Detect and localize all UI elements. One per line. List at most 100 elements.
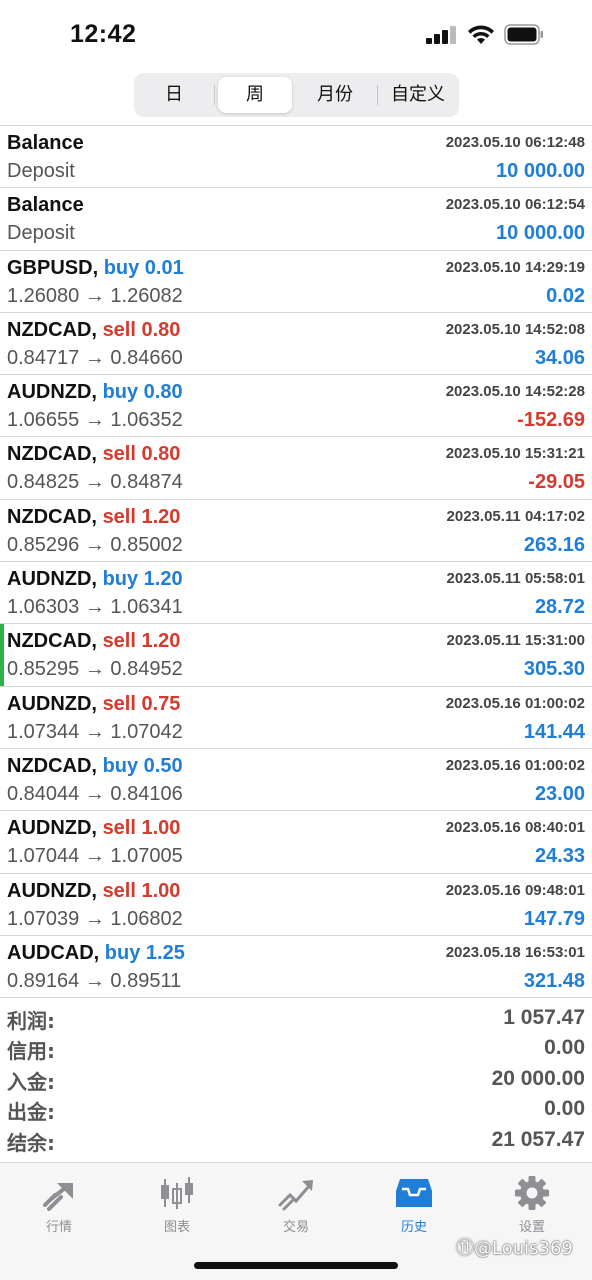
history-list: Balance Deposit 2023.05.10 06:12:48 10 000.… xyxy=(0,125,592,999)
row-symbol: Balance xyxy=(7,132,84,154)
tab-chart[interactable]: 图表 xyxy=(127,1171,227,1241)
summary-label: 利润: xyxy=(7,1009,55,1033)
row-side: sell 0.75 xyxy=(102,692,181,715)
history-row[interactable]: Balance Deposit 2023.05.10 06:12:54 10 000.… xyxy=(0,188,592,251)
row-subtitle: 1.07039 → 1.06802 xyxy=(7,907,183,930)
row-title-line: NZDCAD, buy 0.50 xyxy=(7,755,183,778)
row-subtitle: 1.06655 → 1.06352 xyxy=(7,409,183,432)
row-symbol: AUDNZD, xyxy=(7,381,97,404)
row-side: buy 1.20 xyxy=(102,568,183,591)
row-amount: -29.05 xyxy=(528,471,585,494)
row-time: 2023.05.16 08:40:01 xyxy=(445,819,585,837)
summary-label: 出金: xyxy=(7,1100,55,1125)
summary-row: 利润: 1 057.47 xyxy=(0,1003,592,1033)
history-row[interactable]: NZDCAD, buy 0.50 0.84044 → 0.84106 2023.05… xyxy=(0,749,592,812)
row-time: 2023.05.11 04:17:02 xyxy=(446,507,585,525)
summary-value: 0.00 xyxy=(544,1097,585,1121)
row-subtitle: 0.85295 → 0.84952 xyxy=(7,658,183,681)
row-side: sell 1.00 xyxy=(102,879,181,902)
tab-quotes[interactable]: 行情 xyxy=(9,1171,109,1241)
summary-label: 入金: xyxy=(7,1069,55,1094)
segment-day[interactable]: 日 xyxy=(138,77,210,113)
tab-history-label: 历史 xyxy=(400,1220,427,1235)
row-side: buy 1.25 xyxy=(104,941,185,964)
row-amount: 141.44 xyxy=(523,720,585,743)
segment-month[interactable]: 月份 xyxy=(296,77,374,113)
row-side: sell 1.20 xyxy=(102,630,181,653)
history-row[interactable]: NZDCAD, sell 1.20 0.85296 → 0.85002 2023.0… xyxy=(0,500,592,563)
summary-value: 21 057.47 xyxy=(491,1127,585,1151)
history-row[interactable]: Balance Deposit 2023.05.10 06:12:48 10 000.… xyxy=(0,126,592,189)
row-amount: 10 000.00 xyxy=(496,222,585,245)
tab-trade[interactable]: 交易 xyxy=(246,1171,346,1241)
history-row[interactable]: AUDNZD, buy 0.80 1.06655 → 1.06352 2023.05… xyxy=(0,375,592,438)
row-title-line: AUDNZD, buy 0.80 xyxy=(7,381,183,404)
cellular-signal-icon xyxy=(426,26,456,44)
history-row[interactable]: AUDNZD, sell 1.00 1.07039 → 1.06802 2023.0… xyxy=(0,874,592,936)
history-row[interactable]: NZDCAD, sell 0.80 0.84825 → 0.84874 2023.0… xyxy=(0,437,592,500)
row-amount: 28.72 xyxy=(534,596,585,619)
tab-settings[interactable]: 设置 xyxy=(482,1171,582,1241)
tab-settings-label: 设置 xyxy=(518,1220,545,1235)
quotes-icon xyxy=(43,1183,73,1211)
home-indicator[interactable] xyxy=(194,1262,398,1269)
row-subtitle: Deposit xyxy=(7,160,75,182)
row-symbol: AUDNZD, xyxy=(7,879,97,902)
segment-week[interactable]: 周 xyxy=(218,77,292,113)
row-subtitle: 1.07044 → 1.07005 xyxy=(7,845,183,868)
row-subtitle: 1.06303 → 1.06341 xyxy=(7,596,183,619)
row-time: 2023.05.10 14:29:19 xyxy=(445,258,585,276)
row-title-line: NZDCAD, sell 0.80 xyxy=(7,443,180,466)
segment-custom[interactable]: 自定义 xyxy=(380,77,456,113)
history-row[interactable]: NZDCAD, sell 1.20 0.85295 → 0.84952 2023.0… xyxy=(0,624,592,687)
row-amount: 10 000.00 xyxy=(496,160,585,182)
summary-section: 利润: 1 057.47 信用: 0.00 入金: 20 000.00 出金: 0.00 结余:… xyxy=(0,1003,592,1155)
row-symbol: NZDCAD, xyxy=(7,630,97,653)
row-side: sell 1.00 xyxy=(102,817,181,840)
history-row[interactable]: NZDCAD, sell 0.80 0.84717 → 0.84660 2023.0… xyxy=(0,313,592,376)
row-time: 2023.05.10 06:12:54 xyxy=(445,196,585,214)
history-row[interactable]: GBPUSD, buy 0.01 1.26080 → 1.26082 2023.05… xyxy=(0,251,592,313)
row-amount: -152.69 xyxy=(517,409,585,432)
row-title-line: NZDCAD, sell 0.80 xyxy=(7,319,180,342)
row-title-line: AUDCAD, buy 1.25 xyxy=(7,942,185,965)
row-time: 2023.05.10 06:12:48 xyxy=(445,134,585,151)
row-subtitle: 0.84717 → 0.84660 xyxy=(7,346,183,369)
tab-quotes-label: 行情 xyxy=(45,1220,72,1235)
tab-chart-label: 图表 xyxy=(163,1220,190,1235)
row-symbol: AUDCAD, xyxy=(7,941,100,964)
row-amount: 34.06 xyxy=(534,346,585,369)
row-subtitle: 0.89164 → 0.89511 xyxy=(7,969,182,992)
row-symbol: NZDCAD, xyxy=(7,754,97,777)
row-title-line: AUDNZD, sell 0.75 xyxy=(7,693,180,716)
row-amount: 305.30 xyxy=(523,658,585,681)
summary-label: 信用: xyxy=(7,1039,55,1064)
history-row[interactable]: AUDCAD, buy 1.25 0.89164 → 0.89511 2023.05… xyxy=(0,936,592,999)
row-title-line: AUDNZD, sell 1.00 xyxy=(7,880,180,903)
row-subtitle: 1.07344 → 1.07042 xyxy=(7,720,183,743)
watermark: ⑪@Louis369 xyxy=(456,1238,573,1259)
row-amount: 147.79 xyxy=(523,907,585,930)
row-time: 2023.05.11 15:31:00 xyxy=(446,632,585,650)
summary-row: 出金: 0.00 xyxy=(0,1094,592,1124)
tab-history[interactable]: 历史 xyxy=(364,1171,464,1241)
row-side: buy 0.80 xyxy=(102,381,183,404)
row-time: 2023.05.11 05:58:01 xyxy=(446,570,585,588)
row-amount: 263.16 xyxy=(523,533,585,556)
chart-icon xyxy=(161,1177,193,1209)
wifi-icon xyxy=(468,25,494,44)
row-subtitle: 0.84044 → 0.84106 xyxy=(7,782,183,805)
row-time: 2023.05.10 14:52:08 xyxy=(445,320,585,338)
battery-icon xyxy=(504,24,543,45)
row-subtitle: 0.85296 → 0.85002 xyxy=(7,533,183,556)
history-row[interactable]: AUDNZD, sell 0.75 1.07344 → 1.07042 2023.0… xyxy=(0,687,592,749)
row-symbol: NZDCAD, xyxy=(7,505,97,528)
row-amount: 321.48 xyxy=(523,969,585,992)
row-title-line: NZDCAD, sell 1.20 xyxy=(7,630,180,653)
row-time: 2023.05.16 09:48:01 xyxy=(445,881,585,899)
row-title-line: AUDNZD, buy 1.20 xyxy=(7,568,183,591)
history-row[interactable]: AUDNZD, buy 1.20 1.06303 → 1.06341 2023.05… xyxy=(0,562,592,625)
row-amount: 23.00 xyxy=(534,782,585,805)
history-row[interactable]: AUDNZD, sell 1.00 1.07044 → 1.07005 2023.0… xyxy=(0,811,592,874)
row-subtitle: Deposit xyxy=(7,222,75,245)
